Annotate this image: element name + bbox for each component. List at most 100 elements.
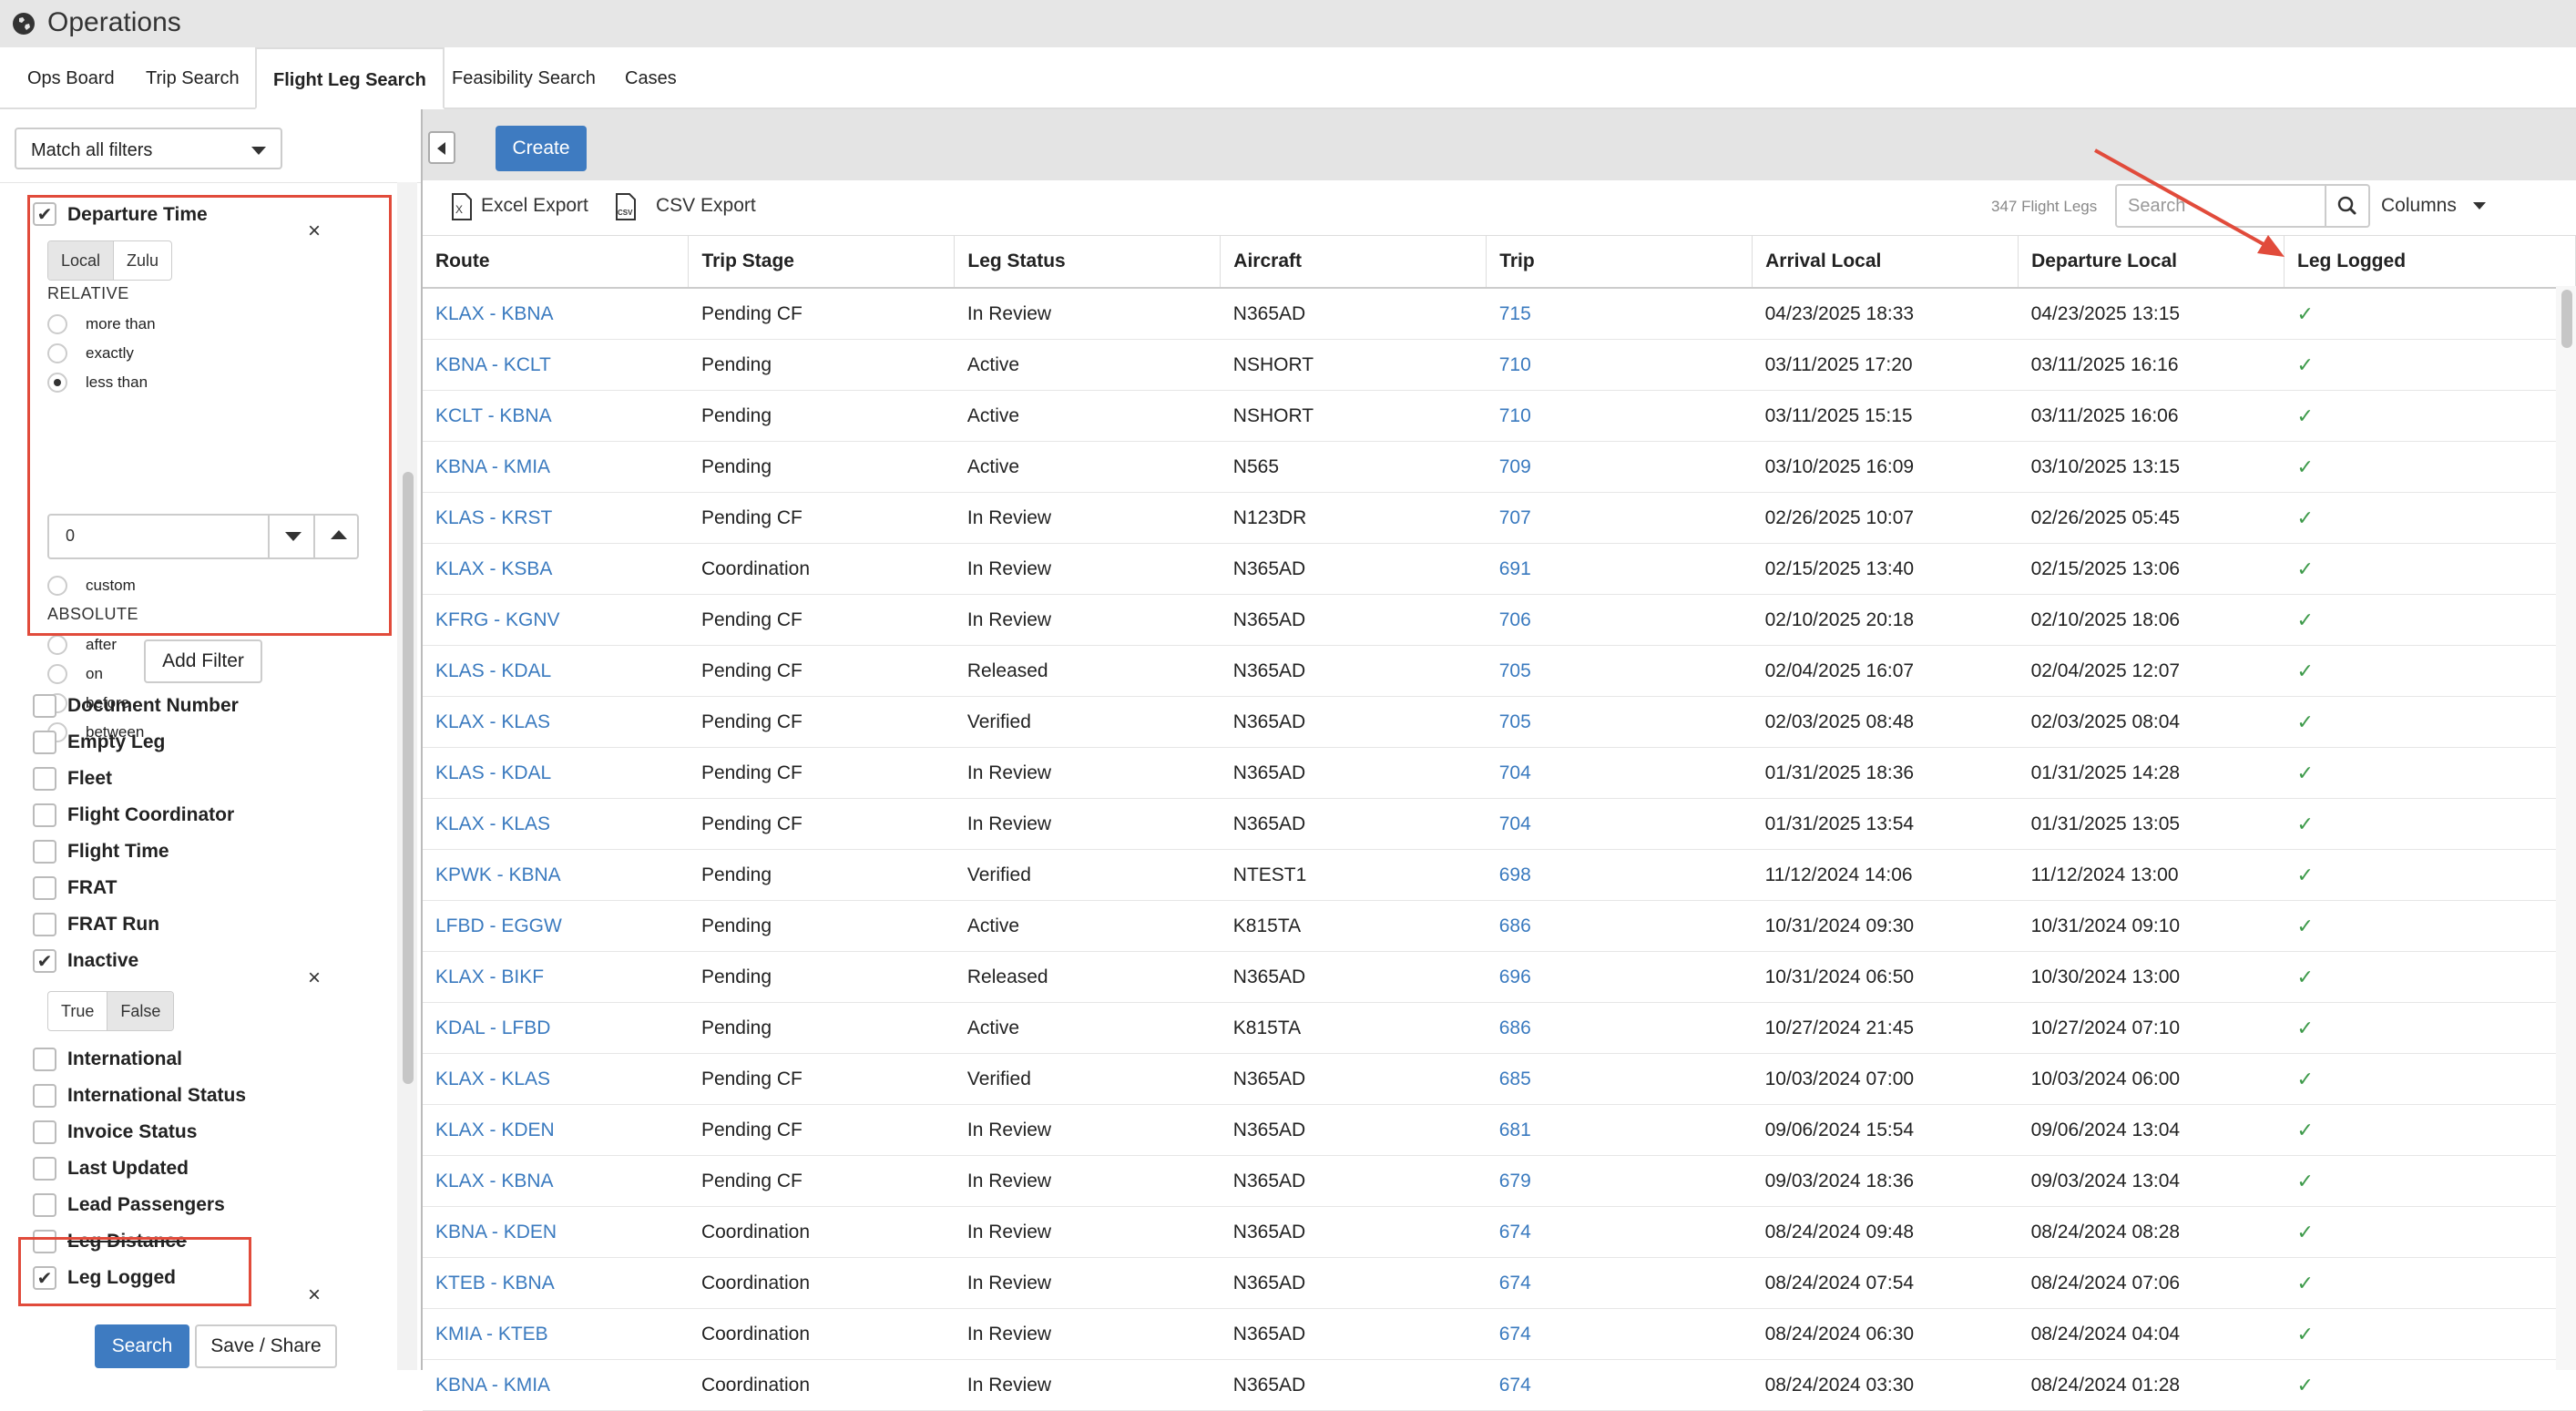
cell-trip[interactable]: 674 [1486, 1308, 1753, 1360]
table-row[interactable]: KLAX - KBNA Pending CF In Review N365AD 679 0… [423, 1155, 2576, 1207]
remove-leg-logged-close-icon[interactable]: × [308, 1283, 321, 1308]
cell-route[interactable]: KPWK - KBNA [423, 849, 689, 901]
tab-cases[interactable]: Cases [608, 47, 693, 107]
cell-trip[interactable]: 686 [1486, 900, 1753, 952]
table-row[interactable]: LFBD - EGGW Pending Active K815TA 686 10/31/2… [423, 900, 2576, 952]
table-row[interactable]: KLAS - KDAL Pending CF Released N365AD 705 02… [423, 645, 2576, 697]
cell-route[interactable]: KLAX - KBNA [423, 288, 689, 340]
tab-feasibility-search[interactable]: Feasibility Search [435, 47, 612, 107]
filter-checkbox-fleet[interactable] [33, 767, 56, 791]
inactive-true-button[interactable]: True [48, 992, 108, 1030]
table-row[interactable]: KCLT - KBNA Pending Active NSHORT 710 03/11/2… [423, 390, 2576, 442]
collapse-panel-button[interactable] [428, 131, 455, 164]
column-header-trip-stage[interactable]: Trip Stage [688, 235, 956, 289]
cell-route[interactable]: KMIA - KTEB [423, 1308, 689, 1360]
save-share-button[interactable]: Save / Share [195, 1324, 337, 1368]
radio-on[interactable] [47, 664, 67, 684]
table-row[interactable]: KLAX - KLAS Pending CF Verified N365AD 705 02… [423, 696, 2576, 748]
cell-route[interactable]: KLAS - KDAL [423, 645, 689, 697]
cell-route[interactable]: KBNA - KCLT [423, 339, 689, 391]
match-mode-select[interactable]: Match all filters [15, 128, 282, 169]
cell-route[interactable]: KCLT - KBNA [423, 390, 689, 442]
grid-scrollbar-thumb[interactable] [2561, 290, 2572, 348]
column-header-trip[interactable]: Trip [1486, 235, 1753, 289]
cell-route[interactable]: KLAX - KBNA [423, 1155, 689, 1207]
cell-route[interactable]: KBNA - KMIA [423, 441, 689, 493]
cell-trip[interactable]: 706 [1486, 594, 1753, 646]
cell-route[interactable]: KLAX - KSBA [423, 543, 689, 595]
filter-checkbox-international[interactable] [33, 1048, 56, 1071]
table-row[interactable]: KMIA - KTEB Coordination In Review N365AD 67… [423, 1308, 2576, 1360]
cell-route[interactable]: KFRG - KGNV [423, 594, 689, 646]
filter-checkbox-invoice-status[interactable] [33, 1120, 56, 1144]
cell-route[interactable]: KLAX - BIKF [423, 951, 689, 1003]
column-header-aircraft[interactable]: Aircraft [1220, 235, 1487, 289]
cell-route[interactable]: KLAX - KLAS [423, 1053, 689, 1105]
cell-route[interactable]: KLAS - KRST [423, 492, 689, 544]
cell-trip[interactable]: 691 [1486, 543, 1753, 595]
csv-export-button[interactable]: CSV Export [656, 195, 756, 217]
radio-after[interactable] [47, 635, 67, 655]
table-row[interactable]: KLAX - KSBA Coordination In Review N365AD 69… [423, 543, 2576, 595]
table-row[interactable]: KLAX - BIKF Pending Released N365AD 696 10/31… [423, 951, 2576, 1003]
cell-route[interactable]: KTEB - KBNA [423, 1257, 689, 1309]
filter-checkbox-empty-leg[interactable] [33, 731, 56, 754]
cell-trip[interactable]: 705 [1486, 696, 1753, 748]
table-row[interactable]: KDAL - LFBD Pending Active K815TA 686 10/27/2… [423, 1002, 2576, 1054]
filter-checkbox-frat-run[interactable] [33, 913, 56, 936]
cell-trip[interactable]: 707 [1486, 492, 1753, 544]
cell-route[interactable]: LFBD - EGGW [423, 900, 689, 952]
cell-trip[interactable]: 696 [1486, 951, 1753, 1003]
excel-export-button[interactable]: Excel Export [481, 195, 588, 217]
tab-ops-board[interactable]: Ops Board [11, 47, 131, 107]
filter-checkbox-frat[interactable] [33, 876, 56, 900]
cell-trip[interactable]: 698 [1486, 849, 1753, 901]
columns-dropdown[interactable]: Columns [2381, 195, 2486, 217]
filter-checkbox-flight-time[interactable] [33, 840, 56, 864]
filter-checkbox-flight-coordinator[interactable] [33, 803, 56, 827]
table-row[interactable]: KBNA - KMIA Coordination In Review N365AD 67… [423, 1359, 2576, 1411]
cell-trip[interactable]: 679 [1486, 1155, 1753, 1207]
table-row[interactable]: KLAX - KDEN Pending CF In Review N365AD 681 0… [423, 1104, 2576, 1156]
create-button[interactable]: Create [496, 126, 587, 171]
cell-route[interactable]: KBNA - KMIA [423, 1359, 689, 1411]
cell-trip[interactable]: 704 [1486, 747, 1753, 799]
search-button[interactable]: Search [95, 1324, 189, 1368]
cell-trip[interactable]: 674 [1486, 1206, 1753, 1258]
table-row[interactable]: KTEB - KBNA Coordination In Review N365AD 67… [423, 1257, 2576, 1309]
filter-scrollbar-thumb[interactable] [403, 472, 414, 1084]
cell-route[interactable]: KLAS - KDAL [423, 747, 689, 799]
cell-trip[interactable]: 681 [1486, 1104, 1753, 1156]
table-row[interactable]: KBNA - KCLT Pending Active NSHORT 710 03/11/2… [423, 339, 2576, 391]
filter-checkbox-international-status[interactable] [33, 1084, 56, 1108]
table-row[interactable]: KLAX - KLAS Pending CF Verified N365AD 685 10… [423, 1053, 2576, 1105]
filter-checkbox-lead-passengers[interactable] [33, 1193, 56, 1217]
add-filter-button[interactable]: Add Filter [144, 639, 262, 683]
cell-trip[interactable]: 704 [1486, 798, 1753, 850]
column-header-departure-local[interactable]: Departure Local [2018, 235, 2285, 289]
cell-trip[interactable]: 674 [1486, 1257, 1753, 1309]
inactive-false-button[interactable]: False [107, 992, 174, 1030]
table-row[interactable]: KLAS - KDAL Pending CF In Review N365AD 704 0… [423, 747, 2576, 799]
filter-checkbox-inactive[interactable] [33, 949, 56, 973]
cell-route[interactable]: KLAX - KLAS [423, 696, 689, 748]
cell-trip[interactable]: 705 [1486, 645, 1753, 697]
grid-search-input[interactable]: Search [2115, 184, 2326, 228]
column-header-leg-logged[interactable]: Leg Logged [2284, 235, 2576, 289]
remove-inactive-close-icon[interactable]: × [308, 966, 321, 991]
cell-route[interactable]: KLAX - KLAS [423, 798, 689, 850]
tab-trip-search[interactable]: Trip Search [129, 47, 256, 107]
table-row[interactable]: KLAS - KRST Pending CF In Review N123DR 707 0… [423, 492, 2576, 544]
cell-route[interactable]: KBNA - KDEN [423, 1206, 689, 1258]
cell-trip[interactable]: 686 [1486, 1002, 1753, 1054]
column-header-leg-status[interactable]: Leg Status [954, 235, 1222, 289]
cell-route[interactable]: KDAL - LFBD [423, 1002, 689, 1054]
cell-route[interactable]: KLAX - KDEN [423, 1104, 689, 1156]
cell-trip[interactable]: 709 [1486, 441, 1753, 493]
cell-trip[interactable]: 710 [1486, 339, 1753, 391]
table-row[interactable]: KPWK - KBNA Pending Verified NTEST1 698 11/12… [423, 849, 2576, 901]
cell-trip[interactable]: 715 [1486, 288, 1753, 340]
cell-trip[interactable]: 674 [1486, 1359, 1753, 1411]
grid-search-button[interactable] [2325, 184, 2370, 228]
grid-scrollbar-track[interactable] [2556, 286, 2576, 1370]
